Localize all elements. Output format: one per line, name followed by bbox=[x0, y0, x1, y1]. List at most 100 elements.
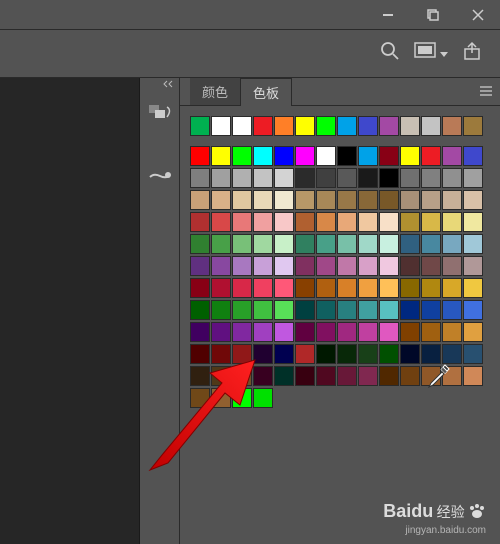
swatch[interactable] bbox=[232, 366, 252, 386]
swatch[interactable] bbox=[253, 344, 273, 364]
swatch[interactable] bbox=[379, 344, 399, 364]
swatch[interactable] bbox=[463, 146, 483, 166]
swatch[interactable] bbox=[358, 234, 378, 254]
swatch[interactable] bbox=[232, 256, 252, 276]
swatch[interactable] bbox=[190, 366, 210, 386]
collapse-chevron-icon[interactable] bbox=[163, 80, 175, 91]
swatch[interactable] bbox=[442, 234, 462, 254]
swatch[interactable] bbox=[316, 212, 336, 232]
swatch[interactable] bbox=[379, 366, 399, 386]
swatch[interactable] bbox=[190, 344, 210, 364]
swatch[interactable] bbox=[337, 256, 357, 276]
swatch[interactable] bbox=[463, 190, 483, 210]
swatch[interactable] bbox=[463, 300, 483, 320]
swatch[interactable] bbox=[211, 146, 231, 166]
swatch[interactable] bbox=[253, 190, 273, 210]
swatch[interactable] bbox=[442, 190, 462, 210]
swatch[interactable] bbox=[190, 278, 210, 298]
swatch[interactable] bbox=[379, 146, 399, 166]
panel-menu-icon[interactable] bbox=[478, 84, 494, 102]
swatch[interactable] bbox=[253, 168, 273, 188]
swatch[interactable] bbox=[337, 146, 357, 166]
swatch[interactable] bbox=[316, 366, 336, 386]
swatch[interactable] bbox=[442, 212, 462, 232]
brush-panel-icon[interactable] bbox=[144, 162, 176, 190]
swatch[interactable] bbox=[232, 300, 252, 320]
swatch[interactable] bbox=[190, 256, 210, 276]
swatch[interactable] bbox=[358, 190, 378, 210]
swatch[interactable] bbox=[463, 278, 483, 298]
maximize-button[interactable] bbox=[410, 0, 455, 30]
swatch[interactable] bbox=[400, 212, 420, 232]
swatch[interactable] bbox=[442, 322, 462, 342]
swatch[interactable] bbox=[358, 322, 378, 342]
swatch[interactable] bbox=[295, 212, 315, 232]
swatch[interactable] bbox=[274, 168, 294, 188]
swatch[interactable] bbox=[274, 234, 294, 254]
swatch[interactable] bbox=[316, 168, 336, 188]
swatch[interactable] bbox=[190, 146, 210, 166]
swatch[interactable] bbox=[337, 168, 357, 188]
swatch[interactable] bbox=[274, 278, 294, 298]
swatch[interactable] bbox=[274, 344, 294, 364]
swatch[interactable] bbox=[379, 322, 399, 342]
swatch[interactable] bbox=[295, 344, 315, 364]
swatch[interactable] bbox=[421, 168, 441, 188]
swatch[interactable] bbox=[421, 212, 441, 232]
swatch[interactable] bbox=[211, 212, 231, 232]
share-icon[interactable] bbox=[462, 41, 482, 66]
swatch[interactable] bbox=[232, 344, 252, 364]
swatch[interactable] bbox=[253, 366, 273, 386]
swatch[interactable] bbox=[295, 234, 315, 254]
swatch[interactable] bbox=[379, 116, 399, 136]
swatch[interactable] bbox=[358, 366, 378, 386]
swatch[interactable] bbox=[190, 388, 210, 408]
screen-mode-icon[interactable] bbox=[414, 42, 448, 65]
swatch[interactable] bbox=[379, 234, 399, 254]
swatch[interactable] bbox=[421, 322, 441, 342]
swatch[interactable] bbox=[190, 300, 210, 320]
swatch[interactable] bbox=[463, 344, 483, 364]
swatch[interactable] bbox=[463, 322, 483, 342]
swatch[interactable] bbox=[295, 256, 315, 276]
swatch[interactable] bbox=[463, 234, 483, 254]
swatch[interactable] bbox=[400, 168, 420, 188]
swatch[interactable] bbox=[232, 116, 252, 136]
swatch[interactable] bbox=[442, 168, 462, 188]
close-button[interactable] bbox=[455, 0, 500, 30]
swatch[interactable] bbox=[442, 344, 462, 364]
swatch[interactable] bbox=[211, 344, 231, 364]
search-icon[interactable] bbox=[380, 41, 400, 66]
swatch[interactable] bbox=[232, 278, 252, 298]
swatch[interactable] bbox=[400, 344, 420, 364]
swatch[interactable] bbox=[253, 116, 273, 136]
swatch[interactable] bbox=[358, 256, 378, 276]
swatch[interactable] bbox=[232, 190, 252, 210]
swatch[interactable] bbox=[232, 388, 252, 408]
swatch[interactable] bbox=[337, 366, 357, 386]
swatch[interactable] bbox=[211, 300, 231, 320]
swatch[interactable] bbox=[463, 168, 483, 188]
swatch[interactable] bbox=[316, 256, 336, 276]
swatch[interactable] bbox=[421, 190, 441, 210]
swatch[interactable] bbox=[442, 146, 462, 166]
swatch[interactable] bbox=[337, 212, 357, 232]
swatch[interactable] bbox=[253, 388, 273, 408]
swatch[interactable] bbox=[274, 300, 294, 320]
swatch[interactable] bbox=[274, 322, 294, 342]
swatch[interactable] bbox=[211, 190, 231, 210]
swatch[interactable] bbox=[421, 234, 441, 254]
swatch[interactable] bbox=[211, 366, 231, 386]
swatch[interactable] bbox=[379, 278, 399, 298]
swatch[interactable] bbox=[442, 116, 462, 136]
swatch[interactable] bbox=[253, 322, 273, 342]
swatch[interactable] bbox=[253, 256, 273, 276]
swatch[interactable] bbox=[274, 212, 294, 232]
swatch[interactable] bbox=[379, 300, 399, 320]
swatch[interactable] bbox=[274, 256, 294, 276]
swatch[interactable] bbox=[232, 212, 252, 232]
swatch[interactable] bbox=[400, 146, 420, 166]
swatch[interactable] bbox=[421, 116, 441, 136]
swatch[interactable] bbox=[232, 234, 252, 254]
swatch[interactable] bbox=[295, 146, 315, 166]
